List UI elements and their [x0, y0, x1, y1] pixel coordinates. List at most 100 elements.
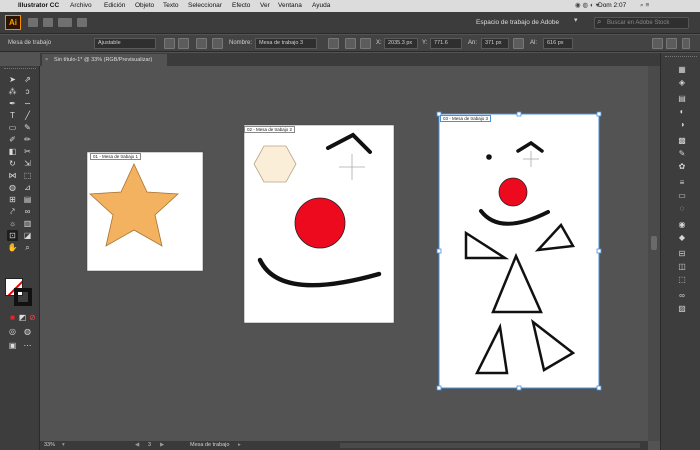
reference-point-icon[interactable] [360, 38, 371, 49]
magic-wand-tool-icon[interactable]: ⁂ [7, 86, 18, 97]
stroke-swatch[interactable] [14, 288, 32, 306]
handle-bottom-right[interactable] [596, 385, 602, 391]
scissors-tool-icon[interactable]: ✂ [22, 146, 33, 157]
chevron-down-icon[interactable]: ▾ [574, 16, 578, 24]
rotate-tool-icon[interactable]: ↻ [7, 158, 18, 169]
scale-tool-icon[interactable]: ⇲ [22, 158, 33, 169]
menu-ayuda[interactable]: Ayuda [312, 0, 330, 12]
artboard-options-icon[interactable] [345, 38, 356, 49]
arrange-documents-icon[interactable] [58, 18, 72, 27]
portrait-icon[interactable] [164, 38, 175, 49]
image-trace-panel-icon[interactable]: ▨ [677, 304, 687, 314]
pen-tool-icon[interactable]: ✒ [7, 98, 18, 109]
direct-selection-tool-icon[interactable]: ⇗ [22, 74, 33, 85]
artboard-3-label[interactable]: 03 - Mesa de trabajo 3 [440, 115, 492, 122]
perspective-grid-tool-icon[interactable]: ⊿ [22, 182, 33, 193]
zoom-tool-icon[interactable]: ⌕ [22, 242, 33, 253]
color-guide-panel-icon[interactable]: ◑ [677, 120, 687, 130]
eye-dot[interactable] [486, 154, 492, 160]
workspace-switcher[interactable]: Espacio de trabajo de Adobe [476, 17, 574, 29]
swatches-panel-icon[interactable]: ▩ [677, 136, 687, 146]
artboard-1[interactable] [86, 151, 204, 272]
transform-panel-icon[interactable]: ⬚ [677, 275, 687, 285]
draw-behind-icon[interactable]: ◍ [22, 326, 33, 337]
height-field[interactable]: 616 px [543, 38, 573, 49]
libraries-panel-icon[interactable]: ▤ [677, 94, 687, 104]
prev-artboard-icon[interactable]: ◀ [135, 441, 139, 450]
transparency-panel-icon[interactable]: ◌ [677, 204, 687, 214]
handle-top[interactable] [516, 111, 522, 117]
menu-edicion[interactable]: Edición [104, 0, 125, 12]
selection-tool-icon[interactable]: ➤ [7, 74, 18, 85]
delete-artboard-icon[interactable] [212, 38, 223, 49]
line-tool-icon[interactable]: ╱ [22, 110, 33, 121]
dock-grip[interactable] [665, 56, 697, 59]
panel-grip[interactable] [4, 68, 36, 71]
symbol-sprayer-tool-icon[interactable]: ☼ [7, 218, 18, 229]
gradient-tool-icon[interactable]: ▤ [22, 194, 33, 205]
menu-objeto[interactable]: Objeto [135, 0, 154, 12]
artboard-tool-icon[interactable]: ⊡ [7, 230, 18, 241]
paintbrush-tool-icon[interactable]: ✎ [22, 122, 33, 133]
landscape-icon[interactable] [178, 38, 189, 49]
handle-bottom[interactable] [516, 385, 522, 391]
layers-panel-icon[interactable]: ◈ [677, 78, 687, 88]
menu-archivo[interactable]: Archivo [70, 0, 92, 12]
mesh-tool-icon[interactable]: ⊞ [7, 194, 18, 205]
status-menu-icon[interactable]: ▸ [238, 441, 241, 450]
artboard-2-label[interactable]: 02 - Mesa de trabajo 2 [244, 126, 296, 133]
graphic-styles-panel-icon[interactable]: ◆ [677, 233, 687, 243]
preset-select[interactable]: Ajustable [94, 38, 156, 49]
control-menu-icon[interactable] [682, 38, 690, 49]
menu-ventana[interactable]: Ventana [278, 0, 302, 12]
handle-bottom-left[interactable] [436, 385, 442, 391]
next-artboard-icon[interactable]: ▶ [160, 441, 164, 450]
screen-mode-icon[interactable]: ▣ [7, 340, 18, 351]
zoom-level[interactable]: 33% [44, 441, 55, 450]
pencil-tool-icon[interactable]: ✏ [22, 134, 33, 145]
brushes-panel-icon[interactable]: ✎ [677, 149, 687, 159]
artboard-2[interactable] [243, 124, 395, 324]
spotlight-icon[interactable]: ⌕ ≡ [640, 0, 649, 12]
document-tab[interactable]: × Sin título-1* @ 33% (RGB/Previsualizar… [42, 54, 167, 66]
width-field[interactable]: 371 px [481, 38, 509, 49]
free-transform-tool-icon[interactable]: ⬚ [22, 170, 33, 181]
width-tool-icon[interactable]: ⋈ [7, 170, 18, 181]
zoom-chevron-icon[interactable]: ▾ [62, 441, 65, 450]
rectangle-tool-icon[interactable]: ▭ [7, 122, 18, 133]
align-icon[interactable] [652, 38, 663, 49]
horizontal-scrollbar[interactable] [340, 443, 640, 448]
canvas[interactable] [40, 66, 648, 441]
type-tool-icon[interactable]: T [7, 110, 18, 121]
new-artboard-icon[interactable] [196, 38, 207, 49]
properties-panel-icon[interactable]: ▦ [677, 65, 687, 75]
blend-tool-icon[interactable]: ∞ [22, 206, 33, 217]
scroll-thumb[interactable] [651, 236, 657, 250]
draw-normal-icon[interactable]: ◎ [7, 326, 18, 337]
artboard-index[interactable]: 3 [148, 441, 151, 450]
slice-tool-icon[interactable]: ◪ [22, 230, 33, 241]
stroke-panel-icon[interactable]: ≡ [677, 178, 687, 188]
menu-ver[interactable]: Ver [260, 0, 270, 12]
shaper-tool-icon[interactable]: ✐ [7, 134, 18, 145]
column-graph-tool-icon[interactable]: ▥ [22, 218, 33, 229]
symbols-panel-icon[interactable]: ✿ [677, 162, 687, 172]
handle-top-right[interactable] [596, 111, 602, 117]
align-panel-icon[interactable]: ⊟ [677, 249, 687, 259]
link-proportions-icon[interactable] [513, 38, 524, 49]
move-copy-artwork-icon[interactable] [328, 38, 339, 49]
handle-right[interactable] [596, 248, 602, 254]
stock-icon[interactable] [43, 18, 53, 27]
menu-seleccionar[interactable]: Seleccionar [188, 0, 222, 12]
handle-left[interactable] [436, 248, 442, 254]
gpu-icon[interactable] [77, 18, 87, 27]
hand-tool-icon[interactable]: ✋ [7, 242, 18, 253]
bridge-icon[interactable] [28, 18, 38, 27]
gradient-panel-icon[interactable]: ▭ [677, 191, 687, 201]
artboard-name-field[interactable]: Mesa de trabajo 3 [255, 38, 317, 49]
y-field[interactable]: 771.6 [430, 38, 462, 49]
stock-search-input[interactable]: Buscar en Adobe Stock [594, 17, 689, 29]
color-panel-icon[interactable]: ◐ [677, 107, 687, 117]
artboard-3[interactable] [436, 111, 602, 391]
artboard-1-label[interactable]: 01 - Mesa de trabajo 1 [90, 153, 142, 160]
